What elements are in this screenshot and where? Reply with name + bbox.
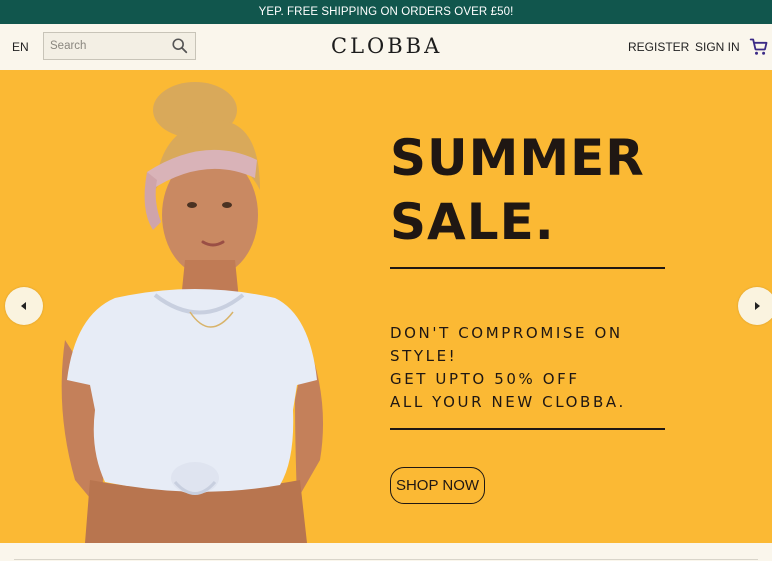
headline-line-1: SUMMER — [390, 129, 645, 187]
model-photo — [61, 82, 324, 543]
site-header: EN CLOBBA REGISTER SIGN IN — [0, 24, 772, 70]
promo-banner: YEP. FREE SHIPPING ON ORDERS OVER £50! — [0, 0, 772, 24]
carousel-next-button[interactable] — [738, 287, 772, 325]
carousel-prev-button[interactable] — [5, 287, 43, 325]
headline-line-2: SALE. — [390, 193, 555, 251]
page-footer-strip — [0, 543, 772, 561]
footer-divider — [14, 559, 758, 560]
sign-in-link[interactable]: SIGN IN — [695, 40, 740, 54]
cart-icon[interactable] — [749, 37, 769, 57]
search-icon[interactable] — [171, 37, 189, 55]
hero-headline: SUMMER SALE. — [390, 126, 645, 254]
search-input[interactable] — [44, 33, 168, 59]
tagline-line-3: GET UPTO 50% OFF — [390, 370, 580, 388]
promo-text: YEP. FREE SHIPPING ON ORDERS OVER £50! — [258, 6, 514, 18]
tagline-line-1: DON'T COMPROMISE ON — [390, 324, 623, 342]
shop-now-button[interactable]: SHOP NOW — [390, 467, 485, 504]
hero-banner: SUMMER SALE. DON'T COMPROMISE ON STYLE! … — [0, 70, 772, 543]
register-link[interactable]: REGISTER — [628, 40, 689, 54]
tagline-line-4: ALL YOUR NEW CLOBBA. — [390, 393, 626, 411]
language-selector[interactable]: EN — [12, 40, 29, 54]
search-box — [43, 32, 196, 60]
divider-bottom — [390, 428, 665, 430]
caret-right-icon — [755, 302, 760, 310]
divider-top — [390, 267, 665, 269]
brand-logo[interactable]: CLOBBA — [331, 34, 442, 58]
hero-tagline: DON'T COMPROMISE ON STYLE! GET UPTO 50% … — [390, 322, 626, 414]
caret-left-icon — [21, 302, 26, 310]
tagline-line-2: STYLE! — [390, 347, 458, 365]
